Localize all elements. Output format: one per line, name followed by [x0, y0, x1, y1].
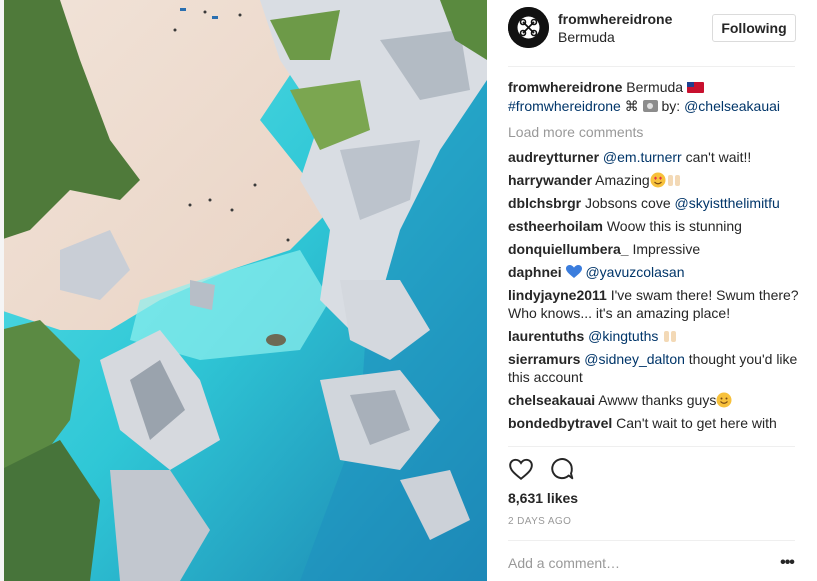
add-comment-input[interactable] — [508, 552, 733, 574]
bermuda-flag-icon — [686, 82, 704, 93]
comment-username[interactable]: dblchsbrgr — [508, 195, 581, 211]
more-options-button[interactable]: ••• — [777, 552, 797, 574]
camera-icon — [642, 100, 658, 112]
comment-text: Can't wait to get here with — [616, 415, 777, 431]
comment-item: harrywander Amazing — [508, 171, 800, 189]
comment-username[interactable]: donquiellumbera_ — [508, 241, 629, 257]
post-author-username[interactable]: fromwhereidrone — [558, 11, 672, 27]
comment-item: bondedbytravel Can't wait to get here wi… — [508, 414, 800, 432]
like-count[interactable]: 8,631 likes — [508, 490, 578, 506]
post-timestamp: 2 DAYS AGO — [508, 516, 572, 527]
comment-list: audreytturner @em.turnerr can't wait!! h… — [508, 148, 800, 437]
caption-symbol: ⌘ — [624, 98, 639, 114]
caption-text: Bermuda — [626, 79, 684, 95]
comment-text: can't wait!! — [685, 149, 752, 165]
caption-credit-mention[interactable]: @chelseakauai — [684, 98, 780, 114]
heart-eyes-emoji — [650, 172, 666, 188]
comment-item: donquiellumbera_ Impressive — [508, 240, 800, 258]
caption-by: by: — [661, 98, 681, 114]
aerial-beach-image — [0, 0, 487, 581]
comment-item: estheerhoilam Woow this is stunning — [508, 217, 800, 235]
footer-divider — [508, 540, 795, 541]
caption-hashtag[interactable]: #fromwhereidrone — [508, 98, 621, 114]
post-header: fromwhereidrone Bermuda Following — [508, 7, 796, 53]
comment-username[interactable]: harrywander — [508, 172, 592, 188]
post-photo[interactable] — [0, 0, 487, 581]
comment-mention[interactable]: @kingtuths — [588, 328, 658, 344]
comment-item: sierramurs @sidney_dalton thought you'd … — [508, 350, 800, 386]
comment-text: Jobsons cove — [585, 195, 671, 211]
comments-divider — [508, 446, 795, 447]
comment-username[interactable]: daphnei — [508, 264, 562, 280]
blue-heart-emoji — [565, 265, 582, 278]
comment-username[interactable]: laurentuths — [508, 328, 584, 344]
comment-text: Impressive — [632, 241, 701, 257]
load-more-comments-link[interactable]: Load more comments — [508, 124, 643, 140]
comment-mention[interactable]: @sidney_dalton — [584, 351, 685, 367]
header-divider — [508, 66, 795, 67]
comment-bubble-icon — [551, 458, 574, 480]
post-caption: fromwhereidrone Bermuda #fromwhereidrone… — [508, 78, 798, 116]
comment-item: lindyjayne2011 I've swam there! Swum the… — [508, 286, 800, 322]
like-button[interactable] — [508, 456, 534, 482]
comment-mention[interactable]: @skyistthelimitfu — [675, 195, 780, 211]
post-location[interactable]: Bermuda — [558, 29, 615, 45]
comment-username[interactable]: chelseakauai — [508, 392, 595, 408]
comment-item: dblchsbrgr Jobsons cove @skyistthelimitf… — [508, 194, 800, 212]
post-side-panel: fromwhereidrone Bermuda Following fromwh… — [487, 0, 817, 581]
comment-item: audreytturner @em.turnerr can't wait!! — [508, 148, 800, 166]
raised-hands-emoji — [667, 175, 680, 186]
comment-username[interactable]: sierramurs — [508, 351, 580, 367]
comment-item: chelseakauai Awww thanks guys — [508, 391, 800, 409]
comment-username[interactable]: bondedbytravel — [508, 415, 612, 431]
comment-item: daphnei @yavuzcolasan — [508, 263, 800, 281]
comment-username[interactable]: audreytturner — [508, 149, 599, 165]
drone-logo-icon — [508, 7, 549, 48]
comment-button[interactable] — [549, 456, 575, 482]
heart-outline-icon — [509, 458, 533, 480]
smiling-face-emoji — [716, 392, 732, 408]
comment-text: Amazing — [595, 172, 650, 188]
comment-mention[interactable]: @yavuzcolasan — [585, 264, 684, 280]
post-actions — [508, 456, 795, 484]
comment-item: laurentuths @kingtuths — [508, 327, 800, 345]
comment-mention[interactable]: @em.turnerr — [603, 149, 682, 165]
comment-text: Woow this is stunning — [606, 218, 742, 234]
comment-username[interactable]: estheerhoilam — [508, 218, 603, 234]
avatar[interactable] — [508, 7, 549, 48]
following-button[interactable]: Following — [712, 14, 796, 42]
comment-text: Awww thanks guys — [598, 392, 717, 408]
caption-username[interactable]: fromwhereidrone — [508, 79, 622, 95]
raised-hands-emoji — [664, 331, 677, 342]
comment-username[interactable]: lindyjayne2011 — [508, 287, 607, 303]
